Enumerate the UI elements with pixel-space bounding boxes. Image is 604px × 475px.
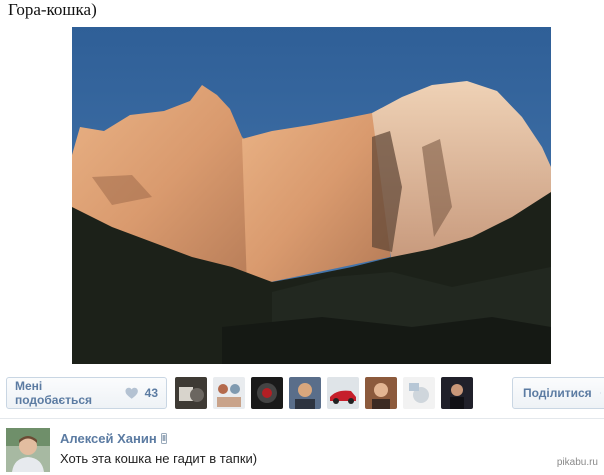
likers-list <box>175 377 473 409</box>
comment-author[interactable]: Алексей Ханин <box>60 431 167 446</box>
liker-avatar[interactable] <box>289 377 321 409</box>
liker-avatar[interactable] <box>365 377 397 409</box>
comment-author-name[interactable]: Алексей Ханин <box>60 431 157 446</box>
liker-avatar[interactable] <box>403 377 435 409</box>
watermark: pikabu.ru <box>556 457 598 468</box>
heart-icon <box>125 387 139 399</box>
like-label: Мені подобається <box>15 379 93 407</box>
share-button[interactable]: Поділитися <box>512 377 604 409</box>
megaphone-icon <box>599 392 601 394</box>
mobile-phone-icon <box>160 433 167 444</box>
share-label: Поділитися <box>523 386 592 400</box>
post-title: Гора-кошка) <box>8 0 97 19</box>
liker-avatar[interactable] <box>175 377 207 409</box>
like-button[interactable]: Мені подобається 43 <box>6 377 167 409</box>
divider <box>0 418 604 419</box>
liker-avatar[interactable] <box>327 377 359 409</box>
post-actions-bar: Мені подобається 43 Поділитися <box>0 373 604 413</box>
avatar[interactable] <box>6 428 50 472</box>
like-count: 43 <box>144 386 158 400</box>
liker-avatar[interactable] <box>251 377 283 409</box>
liker-avatar[interactable] <box>213 377 245 409</box>
post-photo[interactable] <box>72 27 551 364</box>
liker-avatar[interactable] <box>441 377 473 409</box>
comment-text: Хоть эта кошка не гадит в тапки) <box>60 451 258 466</box>
